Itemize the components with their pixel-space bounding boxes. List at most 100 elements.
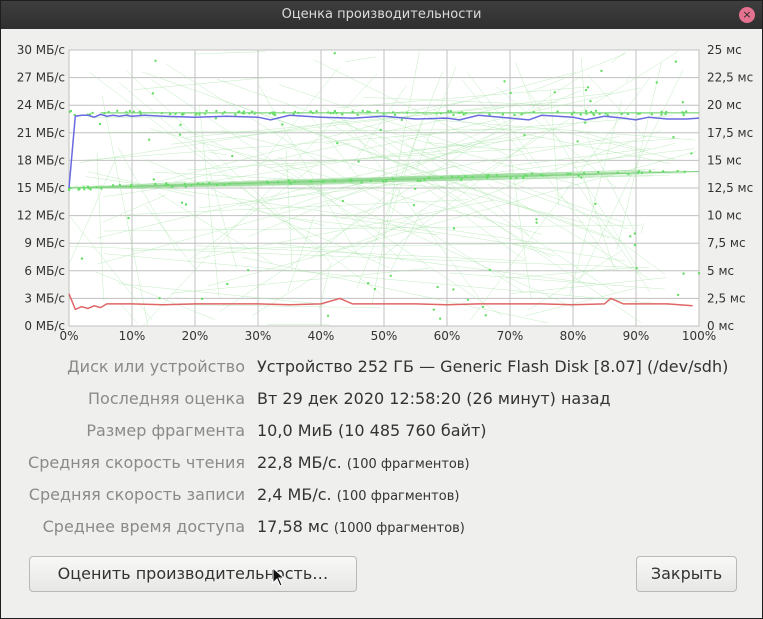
access-time-point (635, 267, 638, 270)
access-time-point (293, 180, 297, 184)
access-time-point (215, 109, 218, 113)
x-axis-tick-label: 50% (371, 329, 398, 343)
access-time-point (373, 287, 377, 291)
left-axis-tick-label: 30 МБ/с (17, 43, 65, 57)
access-time-point (627, 172, 630, 176)
title-bar[interactable]: Оценка производительности × (1, 1, 762, 29)
benchmark-window: Оценка производительности × 30 МБ/с 27 МБ… (0, 0, 763, 619)
access-time-point (379, 128, 382, 132)
access-time-point (242, 112, 246, 115)
access-time-value: 17,58 мс (1000 фрагментов) (257, 517, 465, 536)
access-time-point (98, 122, 102, 126)
access-time-point (452, 288, 455, 291)
x-axis-tick-label: 90% (623, 329, 650, 343)
access-time-point (539, 173, 543, 176)
right-axis-tick-label: 15 мс (707, 153, 742, 167)
access-time-point (214, 117, 218, 120)
right-axis-tick-label: 25 мс (707, 43, 742, 57)
access-time-point (697, 271, 701, 275)
access-time-point (577, 174, 580, 178)
left-axis-tick-label: 9 МБ/с (24, 236, 65, 250)
access-time-point (228, 182, 231, 186)
access-time-point (553, 91, 556, 94)
start-benchmark-button[interactable]: Оценить производительность… (29, 556, 357, 592)
access-time-point (336, 142, 339, 145)
access-time-label: Среднее время доступа (42, 517, 245, 536)
x-axis-tick-label: 0% (59, 329, 78, 343)
access-time-point (246, 268, 250, 272)
chart-svg: 30 МБ/с 27 МБ/с 24 МБ/с 21 МБ/с 18 МБ/с 15 МБ… (17, 43, 754, 343)
access-time-point (223, 183, 226, 187)
access-time-point (103, 112, 106, 115)
access-time-point (535, 221, 538, 224)
access-time-point (495, 174, 498, 177)
access-time-point (128, 109, 132, 113)
access-time-point (268, 112, 272, 115)
access-time-point (205, 109, 208, 113)
access-time-point (361, 109, 364, 113)
access-time-point (197, 182, 200, 185)
close-button[interactable]: Закрыть (636, 556, 737, 592)
access-time-point (435, 112, 438, 115)
access-time-point (447, 109, 450, 113)
access-time-point (366, 110, 369, 113)
access-time-point (164, 183, 167, 187)
right-axis-tick-label: 17,5 мс (707, 126, 753, 140)
close-icon[interactable]: × (739, 7, 755, 23)
write-rate-value: 2,4 МБ/с. (100 фрагментов) (257, 485, 459, 504)
write-rate-count: (100 фрагментов) (336, 489, 460, 504)
access-time-point (215, 183, 219, 187)
access-time-point (582, 171, 586, 175)
access-time-point (118, 183, 122, 186)
access-time-point (626, 112, 630, 116)
x-axis-ticks: 0% 10% 20% 30% 40% 50% 60% 70% 80% 90% 100% (59, 329, 716, 343)
access-time-point (91, 111, 94, 115)
left-axis-tick-label: 12 МБ/с (17, 209, 65, 223)
access-time-point (457, 111, 461, 115)
access-time-point (591, 112, 595, 115)
access-time-point (297, 111, 300, 115)
access-time-number: 17,58 мс (257, 517, 329, 536)
access-time-point (594, 109, 598, 112)
access-time-point (432, 308, 436, 311)
access-time-point (208, 181, 211, 185)
access-time-point (391, 177, 395, 181)
access-time-point (676, 169, 679, 173)
x-axis-tick-label: 40% (308, 329, 335, 343)
access-time-point (333, 52, 336, 55)
access-time-point (452, 227, 456, 230)
access-time-point (460, 111, 463, 114)
access-time-point (198, 113, 201, 116)
access-time-point (684, 110, 688, 113)
access-time-point (440, 176, 443, 179)
read-rate-label: Средняя скорость чтения (28, 453, 245, 472)
right-axis-tick-label: 10 мс (707, 209, 742, 223)
access-time-point (676, 293, 680, 297)
access-time-point (308, 180, 312, 183)
access-time-point (598, 112, 601, 116)
access-time-point (276, 180, 280, 184)
access-time-point (481, 305, 485, 309)
access-time-point (464, 175, 467, 178)
row-access-time: Среднее время доступа 17,58 мс (1000 фра… (1, 517, 762, 543)
access-time-point (576, 140, 579, 143)
access-time-point (127, 216, 130, 220)
access-time-point (391, 111, 395, 114)
access-time-point (231, 154, 234, 158)
x-axis-tick-label: 80% (560, 329, 587, 343)
access-time-point (171, 185, 174, 189)
write-rate-number: 2,4 МБ/с. (257, 485, 332, 504)
access-time-point (586, 86, 590, 89)
access-time-point (309, 110, 312, 113)
access-time-point (381, 180, 385, 183)
access-time-point (637, 170, 641, 173)
access-time-point (583, 121, 587, 124)
access-time-point (633, 232, 636, 235)
access-time-point (466, 298, 470, 301)
access-time-point (509, 91, 512, 95)
access-time-point (439, 112, 443, 115)
access-time-point (183, 182, 186, 186)
access-time-point (664, 110, 668, 114)
read-rate-value: 22,8 МБ/с. (100 фрагментов) (257, 453, 470, 472)
access-time-point (154, 59, 157, 63)
